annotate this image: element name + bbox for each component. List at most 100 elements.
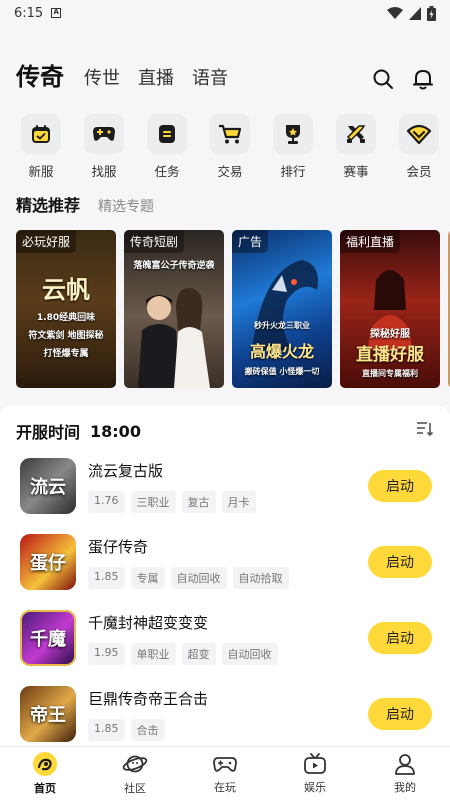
category-row: 新服 找服 任务 交易 排行 赛事 会员: [0, 114, 450, 186]
launch-button[interactable]: 启动: [368, 470, 432, 502]
game-tag: 单职业: [130, 642, 176, 665]
gamepad-icon: [84, 114, 124, 154]
banner-title: 云帆: [42, 276, 90, 304]
category-events[interactable]: 赛事: [333, 114, 379, 186]
nav-profile[interactable]: 我的: [360, 747, 450, 800]
banner-line: 探秘好服: [370, 329, 410, 340]
game-icon: 蛋仔: [20, 534, 76, 590]
notification-icon: A: [51, 8, 62, 18]
game-tag: 超变: [181, 642, 216, 665]
launch-button[interactable]: 启动: [368, 546, 432, 578]
dragon-illustration: [252, 260, 318, 350]
top-header: 传奇 传世 直播 语音: [0, 26, 450, 106]
category-ranking[interactable]: 排行: [270, 114, 316, 186]
game-tag: 复古: [181, 490, 216, 513]
tv-icon: [304, 753, 326, 774]
category-vip[interactable]: 会员: [396, 114, 442, 186]
game-name: 巨鼎传奇帝王合击: [88, 689, 209, 708]
launch-button[interactable]: 启动: [368, 698, 432, 730]
gamepad-icon: [213, 757, 237, 772]
sort-icon[interactable]: [416, 421, 434, 441]
nav-playing[interactable]: 在玩: [180, 747, 270, 800]
game-tags: 1.85 合击: [88, 718, 368, 741]
tab-chuanshi[interactable]: 传世: [84, 64, 120, 92]
banner-tag: 福利直播: [340, 230, 401, 253]
calendar-icon: [21, 114, 61, 154]
nav-label: 我的: [394, 781, 416, 794]
game-info: 蛋仔传奇 1.85 专属 自动回收 自动拾取: [88, 536, 368, 589]
banner-line: 搬砖保值 小怪爆一切: [244, 367, 320, 376]
game-tag: 1.95: [88, 642, 125, 665]
bottom-nav: 首页 社区 在玩 娱乐 我的: [0, 746, 450, 800]
banner-card[interactable]: 广告 高爆火龙 秒升火龙三职业 搬砖保值 小怪爆一切: [232, 230, 332, 388]
banner-title: 高爆火龙: [249, 342, 314, 361]
launch-button[interactable]: 启动: [368, 622, 432, 654]
game-tags: 1.95 单职业 超变 自动回收: [88, 642, 368, 665]
game-icon: 千魔: [20, 610, 76, 666]
game-tag: 三职业: [130, 490, 176, 513]
planet-icon: [122, 755, 148, 773]
category-label: 任务: [154, 164, 180, 179]
couple-illustration: [138, 288, 210, 388]
banner-title: 落魄富公子传奇逆袭: [133, 261, 215, 271]
server-open-time: 18:00: [90, 421, 141, 441]
tab-topics[interactable]: 精选专题: [98, 196, 154, 216]
game-info: 千魔封神超变变变 1.95 单职业 超变 自动回收: [88, 612, 368, 665]
server-list: 开服时间 18:00 流云 流云复古版 1.76 三职业 复古 月卡 启动 蛋仔: [0, 406, 450, 786]
nav-home[interactable]: 首页: [0, 747, 90, 800]
category-trade[interactable]: 交易: [207, 114, 253, 186]
home-icon: [33, 752, 57, 776]
nav-label: 社区: [124, 782, 146, 795]
banner-title: 直播好服: [356, 345, 424, 365]
game-row[interactable]: 蛋仔 蛋仔传奇 1.85 专属 自动回收 自动拾取 启动: [0, 524, 450, 600]
nav-community[interactable]: 社区: [90, 747, 180, 800]
profile-icon: [395, 754, 415, 775]
status-bar: 6:15 A: [0, 0, 450, 26]
game-row[interactable]: 千魔 千魔封神超变变变 1.95 单职业 超变 自动回收 启动: [0, 600, 450, 676]
game-info: 流云复古版 1.76 三职业 复古 月卡: [88, 460, 368, 513]
category-new-server[interactable]: 新服: [18, 114, 64, 186]
banner-card[interactable]: 必玩好服 云帆 1.80经典回味 符文紫剑 地图探秘 打怪爆专属: [16, 230, 116, 388]
banner-line: 打怪爆专属: [43, 349, 89, 359]
swords-icon: [336, 114, 376, 154]
category-find-server[interactable]: 找服: [81, 114, 127, 186]
banner-line: 直播间专属福利: [362, 369, 418, 378]
server-list-header: 开服时间 18:00: [0, 414, 450, 448]
tab-voice[interactable]: 语音: [192, 64, 228, 92]
category-label: 交易: [217, 164, 243, 179]
search-icon[interactable]: [372, 68, 394, 90]
header-actions: [372, 68, 434, 90]
vip-icon: [399, 114, 439, 154]
category-task[interactable]: 任务: [144, 114, 190, 186]
banner-line: 秒升火龙三职业: [254, 321, 310, 330]
battery-icon: [427, 5, 436, 21]
banner-line: 1.80经典回味: [36, 313, 96, 323]
game-row[interactable]: 帝王 巨鼎传奇帝王合击 1.85 合击 启动: [0, 676, 450, 752]
tab-chuanqi[interactable]: 传奇: [16, 57, 64, 92]
status-right: [387, 5, 436, 21]
server-list-title: 开服时间: [16, 423, 81, 442]
nav-label: 在玩: [214, 781, 236, 794]
game-tag: 合击: [130, 718, 165, 741]
banner-tag: 广告: [232, 230, 269, 253]
game-name: 蛋仔传奇: [88, 537, 149, 556]
nav-label: 娱乐: [304, 781, 326, 794]
nav-label: 首页: [34, 782, 56, 795]
category-label: 找服: [91, 164, 117, 179]
game-icon: 流云: [20, 458, 76, 514]
bell-icon[interactable]: [412, 68, 434, 90]
category-label: 赛事: [343, 164, 369, 179]
banner-tag: 必玩好服: [16, 230, 77, 253]
nav-entertainment[interactable]: 娱乐: [270, 747, 360, 800]
game-row[interactable]: 流云 流云复古版 1.76 三职业 复古 月卡 启动: [0, 448, 450, 524]
banner-card[interactable]: 福利直播 探秘好服 直播好服 直播间专属福利: [340, 230, 440, 388]
wifi-icon: [387, 6, 403, 19]
game-name: 流云复古版: [88, 461, 164, 480]
game-tags: 1.85 专属 自动回收 自动拾取: [88, 566, 368, 589]
tab-live[interactable]: 直播: [138, 64, 174, 92]
tab-featured[interactable]: 精选推荐: [16, 192, 80, 216]
category-label: 新服: [28, 164, 54, 179]
game-tag: 自动回收: [221, 642, 278, 665]
banner-tag: 传奇短剧: [124, 230, 185, 253]
banner-card[interactable]: 传奇短剧 落魄富公子传奇逆袭: [124, 230, 224, 388]
